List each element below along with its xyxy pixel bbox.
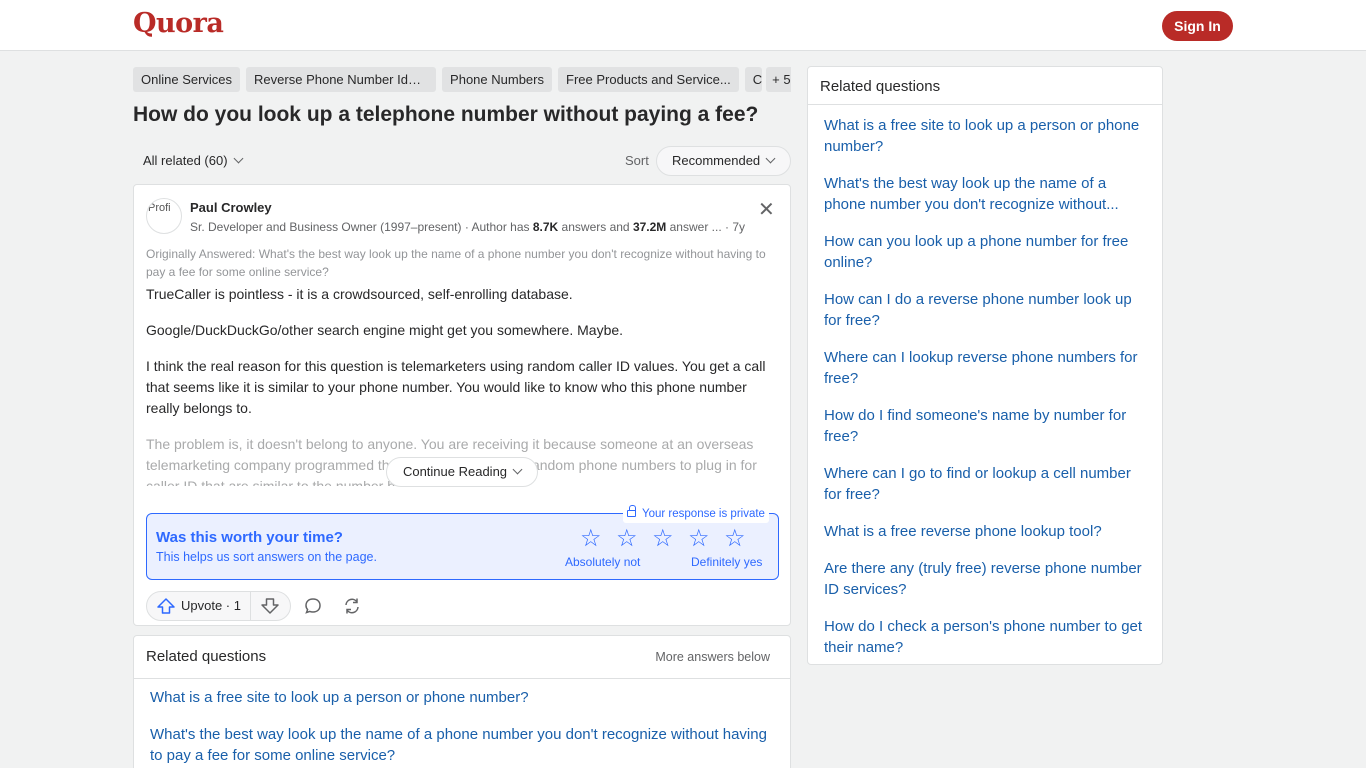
- topic-tag[interactable]: Phone Numbers: [442, 67, 552, 92]
- sidebar-list: What is a free site to look up a person …: [808, 105, 1162, 658]
- credential-suffix: answer ...: [666, 220, 722, 234]
- sidebar-title: Related questions: [808, 67, 1162, 105]
- rating-title: Was this worth your time?: [156, 529, 343, 546]
- credential-mid: answers and: [558, 220, 633, 234]
- quora-logo[interactable]: Quora: [133, 8, 224, 39]
- top-bar: Quora Sign In: [0, 0, 1366, 51]
- chevron-down-icon: [233, 153, 243, 164]
- sort-label: Sort: [625, 153, 649, 168]
- sidebar-question-link[interactable]: Are there any (truly free) reverse phone…: [824, 558, 1146, 600]
- answer-paragraph: Google/DuckDuckGo/other search engine mi…: [146, 322, 624, 338]
- avatar-alt-text: Profi: [148, 202, 171, 214]
- related-question-link[interactable]: What is a free site to look up a person …: [150, 687, 774, 708]
- question-title: How do you look up a telephone number wi…: [133, 103, 759, 126]
- sidebar-question-link[interactable]: How can you look up a phone number for f…: [824, 231, 1146, 273]
- topic-tag[interactable]: Free Products and Service...: [558, 67, 739, 92]
- views-count: 37.2M: [632, 220, 667, 234]
- private-note: Your response is private: [623, 505, 769, 523]
- sidebar-question-link[interactable]: How can I do a reverse phone number look…: [824, 289, 1146, 331]
- author-name[interactable]: Paul Crowley: [190, 200, 272, 215]
- topic-list: Online Services Reverse Phone Number Iden…: [133, 67, 791, 92]
- answer-age[interactable]: · 7y: [725, 220, 745, 234]
- more-answers-below-link[interactable]: More answers below: [655, 650, 770, 664]
- star-icon[interactable]: ☆: [724, 527, 748, 551]
- avatar[interactable]: Profi: [146, 198, 182, 234]
- sort-value: Recommended: [672, 153, 761, 168]
- related-title: Related questions: [146, 648, 267, 665]
- author-credential: Sr. Developer and Business Owner (1997–p…: [190, 220, 780, 234]
- private-note-text: Your response is private: [642, 508, 765, 520]
- sidebar-question-link[interactable]: What is a free site to look up a person …: [824, 115, 1146, 157]
- sidebar-question-link[interactable]: What's the best way look up the name of …: [824, 173, 1146, 215]
- star-icon[interactable]: ☆: [688, 527, 712, 551]
- answer-paragraph: TrueCaller is pointless - it is a crowds…: [146, 286, 573, 302]
- star-icon[interactable]: ☆: [652, 527, 676, 551]
- topic-tag[interactable]: C: [744, 67, 763, 92]
- sidebar-question-link[interactable]: Where can I lookup reverse phone numbers…: [824, 347, 1146, 389]
- answers-count: 8.7K: [532, 220, 559, 234]
- vote-group: Upvote · 1: [146, 591, 291, 621]
- downvote-arrow-icon[interactable]: [261, 598, 279, 614]
- more-topics-button[interactable]: + 5: [766, 67, 791, 92]
- chevron-down-icon: [765, 153, 776, 164]
- star-icon[interactable]: ☆: [616, 527, 640, 551]
- sidebar-question-link[interactable]: How do I find someone's name by number f…: [824, 405, 1146, 447]
- sidebar-related-questions: Related questions What is a free site to…: [807, 66, 1163, 665]
- originally-answered[interactable]: Originally Answered: What's the best way…: [146, 245, 778, 281]
- lock-icon: [627, 505, 636, 517]
- all-related-label: All related (60): [143, 153, 228, 168]
- upvote-label: Upvote · 1: [181, 598, 241, 613]
- sign-in-button[interactable]: Sign In: [1162, 11, 1233, 41]
- all-related-dropdown[interactable]: All related (60): [143, 153, 243, 168]
- rating-box: Your response is private Was this worth …: [146, 505, 779, 580]
- related-list: What is a free site to look up a person …: [134, 679, 790, 766]
- continue-reading-label: Continue Reading: [402, 464, 508, 479]
- sidebar-question-link[interactable]: What is a free reverse phone lookup tool…: [824, 521, 1146, 542]
- star-rating: ☆ ☆ ☆ ☆ ☆: [580, 527, 760, 553]
- sidebar-question-link[interactable]: Where can I go to find or lookup a cell …: [824, 463, 1146, 505]
- topic-tag[interactable]: Reverse Phone Number Iden...: [246, 67, 437, 92]
- rating-low-label: Absolutely not: [565, 555, 641, 569]
- credential-prefix: Sr. Developer and Business Owner (1997–p…: [190, 220, 533, 234]
- comment-icon[interactable]: [303, 596, 323, 616]
- related-question-link[interactable]: What's the best way look up the name of …: [150, 724, 774, 766]
- share-icon[interactable]: [342, 596, 362, 616]
- sort-dropdown[interactable]: Recommended: [656, 146, 791, 176]
- related-header: Related questions More answers below: [134, 636, 790, 679]
- upvote-arrow-icon: [157, 598, 175, 614]
- answer-paragraph: I think the real reason for this questio…: [146, 358, 766, 416]
- upvote-button[interactable]: Upvote · 1: [147, 592, 251, 620]
- chevron-down-icon: [512, 464, 523, 475]
- answer-body: TrueCaller is pointless - it is a crowds…: [146, 284, 780, 486]
- close-icon[interactable]: ✕: [758, 197, 775, 222]
- topic-tag[interactable]: Online Services: [133, 67, 241, 92]
- answer-card: Profi Paul Crowley Sr. Developer and Bus…: [133, 184, 791, 626]
- rating-subtitle: This helps us sort answers on the page.: [156, 550, 377, 564]
- rating-high-label: Definitely yes: [691, 555, 763, 569]
- sidebar-question-link[interactable]: How do I check a person's phone number t…: [824, 616, 1146, 658]
- related-questions-inline: Related questions More answers below Wha…: [133, 635, 791, 768]
- star-icon[interactable]: ☆: [580, 527, 604, 551]
- continue-reading-button[interactable]: Continue Reading: [386, 457, 538, 487]
